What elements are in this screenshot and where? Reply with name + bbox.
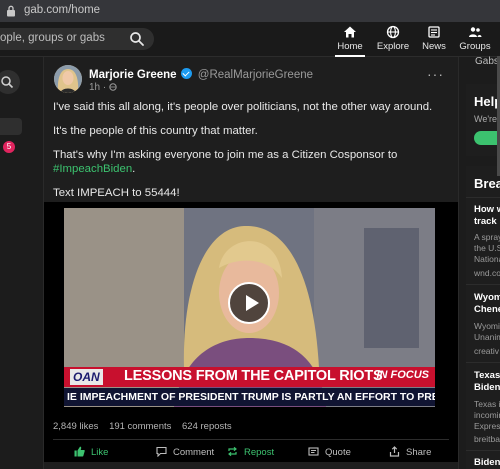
comment-icon [156,446,167,458]
author-name[interactable]: Marjorie Greene [89,69,177,81]
search-icon [1,76,14,89]
news-icon [428,26,440,38]
post-card: Marjorie Greene @RealMarjorieGreene 1h ·… [43,57,459,469]
nav-home[interactable]: Home [330,25,370,57]
like-button[interactable]: Like [74,446,108,458]
news-title[interactable]: Biden' [474,382,500,394]
like-label: Like [91,447,109,458]
news-title[interactable]: track I [474,216,500,228]
quote-icon [308,447,319,456]
post-paragraph: It's the people of this country that mat… [53,125,258,137]
search-icon[interactable] [129,31,145,47]
post-time-text: 1h · [89,82,107,93]
rail-active-item[interactable] [0,118,22,135]
news-summary: Wyomi [474,321,500,331]
nav-news-label: News [422,41,446,52]
post-paragraph: Text IMPEACH to 55444! [53,187,180,199]
share-label: Share [406,447,432,458]
nav-news[interactable]: News [414,25,454,52]
post-paragraph: I've said this all along, it's people ov… [53,101,433,113]
groups-icon [469,27,482,37]
segment-label: IN FOCUS [376,369,429,381]
post-body: I've said this all along, it's people ov… [53,100,443,210]
reposts-count[interactable]: 624 reposts [182,421,232,432]
help-card: Help We're t [466,84,500,156]
nav-explore[interactable]: Explore [373,25,413,52]
divider [466,284,500,285]
repost-label: Repost [244,447,275,458]
avatar[interactable] [54,65,82,93]
rail-search-button[interactable] [0,70,20,94]
news-summary: Unanim [474,332,500,342]
url-text[interactable]: gab.com/home [24,4,100,16]
chyron-headline: LESSONS FROM THE CAPITOL RIOTS [124,368,383,384]
more-options-icon[interactable]: ··· [427,66,444,82]
repost-button[interactable]: Repost [227,446,274,458]
news-title[interactable]: Wyom [474,292,500,304]
news-summary: Nationa [474,254,500,264]
avatar-image [54,65,82,93]
breaking-news-card: Break How w track I A spray the U.S Nati… [466,166,500,469]
news-ticker: IE IMPEACHMENT OF PRESIDENT TRUMP IS PAR… [64,388,435,406]
search-input[interactable]: ople, groups or gabs [0,28,154,50]
news-title[interactable]: How w [474,204,500,216]
news-summary: incomin [474,410,500,420]
nav-groups[interactable]: Groups [455,25,495,52]
globe-icon [109,83,117,91]
news-title[interactable]: Texas [474,370,500,382]
share-button[interactable]: Share [389,446,431,458]
nav-explore-label: Explore [376,41,410,52]
thumbs-up-icon [74,446,85,457]
post-actions: Like Comment Repost Quote Share [44,446,458,464]
comment-button[interactable]: Comment [156,446,214,458]
comments-count[interactable]: 191 comments [109,421,171,432]
likes-count[interactable]: 2,849 likes [53,421,98,432]
top-navigation: ople, groups or gabs Home Explore News G… [0,22,500,57]
post-paragraph-text: That's why I'm asking everyone to join m… [53,149,398,161]
news-summary: A spray [474,232,500,242]
right-column-header: Gabs [466,56,500,68]
divider [53,439,449,440]
post-author[interactable]: Marjorie Greene @RealMarjorieGreene [89,68,313,81]
author-handle[interactable]: @RealMarjorieGreene [198,69,313,81]
notification-badge[interactable]: 5 [3,141,15,153]
ticker-text: IE IMPEACHMENT OF PRESIDENT TRUMP IS PAR… [67,391,435,403]
globe-icon [386,25,400,39]
share-icon [389,446,400,457]
divider [466,197,500,198]
breaking-title: Break [474,176,500,191]
news-title[interactable]: Biden [474,457,500,469]
search-placeholder: ople, groups or gabs [0,32,105,44]
quote-label: Quote [325,447,351,458]
hashtag-link[interactable]: #ImpeachBiden [53,163,132,175]
quote-button[interactable]: Quote [308,446,351,458]
repost-icon [228,446,237,457]
news-summary: Expres [474,421,500,431]
browser-url-bar[interactable]: gab.com/home [0,0,500,22]
nav-home-label: Home [337,41,363,52]
divider [466,362,500,363]
comment-label: Comment [173,447,215,458]
divider [466,450,500,451]
news-source[interactable]: creativ [474,346,499,357]
lock-icon [7,5,15,17]
home-icon [344,26,356,38]
post-paragraph-end: . [132,163,136,175]
verified-badge-icon [180,68,192,79]
news-source[interactable]: wnd.co [474,268,500,279]
news-title[interactable]: Chene [474,304,500,316]
news-summary: Texas is [474,399,500,409]
news-source[interactable]: breitba [474,434,500,445]
gabs-label[interactable]: Gabs [475,56,499,67]
post-stats: 2,849 likes 191 comments 624 reposts [53,421,240,432]
nav-groups-label: Groups [459,41,491,52]
news-summary: the U.S [474,243,500,253]
network-logo: OAN [70,369,103,385]
post-time[interactable]: 1h · [89,82,117,93]
post-paragraph: That's why I'm asking everyone to join m… [53,148,443,176]
video-chyron: OAN LESSONS FROM THE CAPITOL RIOTS IN FO… [64,367,435,387]
play-button-icon[interactable] [228,282,270,324]
